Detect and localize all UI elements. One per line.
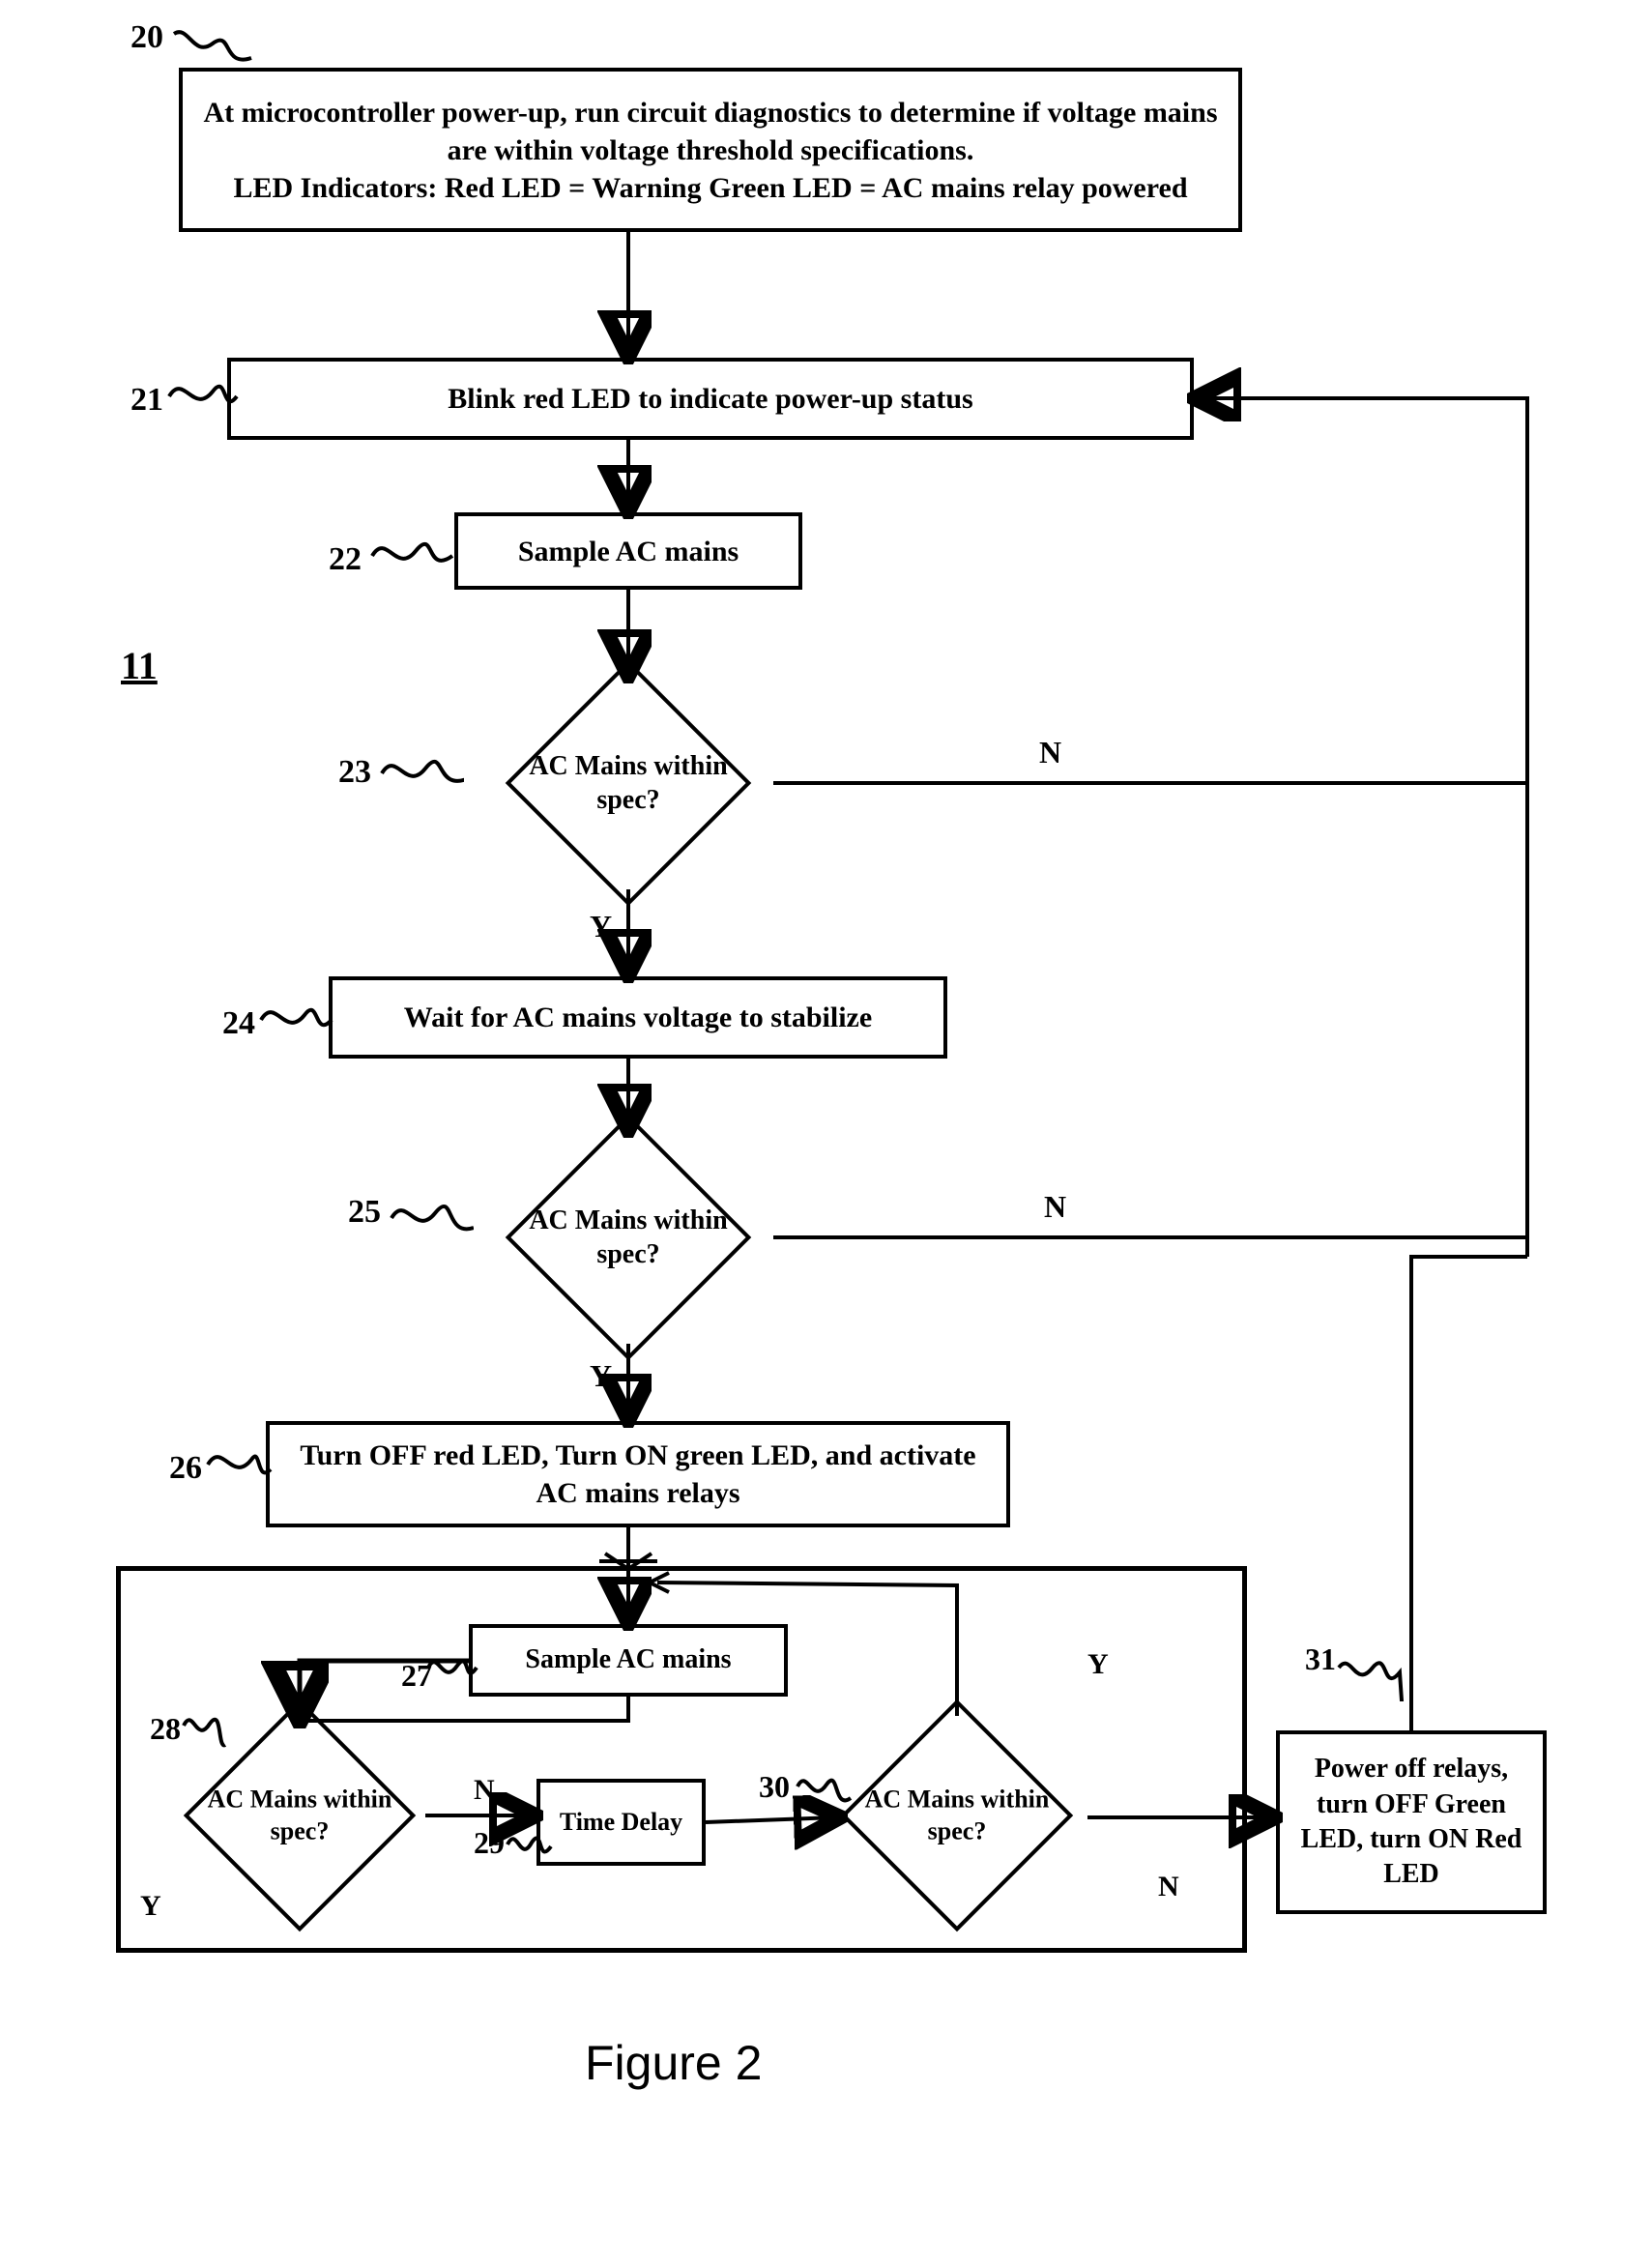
ref-26: 26 [169,1450,202,1487]
ref-28: 28 [150,1711,181,1747]
node-21: Blink red LED to indicate power-up statu… [227,358,1194,440]
node-30: AC Mains within spec? [812,1714,1102,1917]
node-27: Sample AC mains [469,1624,788,1697]
squiggle-22 [367,522,454,580]
n30-no: N [1158,1871,1179,1903]
node-20: At microcontroller power-up, run circuit… [179,68,1242,232]
ref-30: 30 [759,1769,790,1805]
n25-yes: Y [590,1358,612,1394]
node-31-text: Power off relays, turn OFF Green LED, tu… [1297,1752,1525,1893]
n25-no: N [1044,1189,1066,1225]
ref-23: 23 [338,754,371,791]
n23-yes: Y [590,909,612,944]
node-29-text: Time Delay [560,1806,682,1839]
ref-24: 24 [222,1005,255,1042]
squiggle-25 [387,1184,474,1242]
n30-yes: Y [1087,1648,1109,1681]
caption: Figure 2 [585,2035,762,2091]
node-20-text: At microcontroller power-up, run circuit… [200,94,1221,207]
n28-no: N [474,1774,495,1807]
ref-20: 20 [130,19,163,56]
ref-29: 29 [474,1825,505,1861]
node-22-text: Sample AC mains [518,533,739,570]
node-22: Sample AC mains [454,512,802,590]
ref-25: 25 [348,1194,381,1231]
n28-yes: Y [140,1890,161,1923]
node-26-text: Turn OFF red LED, Turn ON green LED, and… [287,1437,989,1512]
ref-22: 22 [329,541,362,578]
ref-21: 21 [130,382,163,419]
node-26: Turn OFF red LED, Turn ON green LED, and… [266,1421,1010,1527]
node-29: Time Delay [536,1779,706,1866]
n23-no: N [1039,735,1061,770]
node-21-text: Blink red LED to indicate power-up statu… [448,380,972,418]
node-25: AC Mains within spec? [483,1131,773,1344]
squiggle-23 [377,740,464,798]
node-27-text: Sample AC mains [525,1642,731,1677]
node-23: AC Mains within spec? [483,677,773,889]
node-28: AC Mains within spec? [155,1714,445,1917]
ref-27: 27 [401,1658,432,1694]
squiggle-31 [1334,1643,1406,1701]
node-24-text: Wait for AC mains voltage to stabilize [404,999,872,1036]
figure-ref: 11 [121,643,158,688]
ref-31: 31 [1305,1641,1336,1677]
node-31: Power off relays, turn OFF Green LED, tu… [1276,1730,1547,1914]
node-24: Wait for AC mains voltage to stabilize [329,976,947,1059]
